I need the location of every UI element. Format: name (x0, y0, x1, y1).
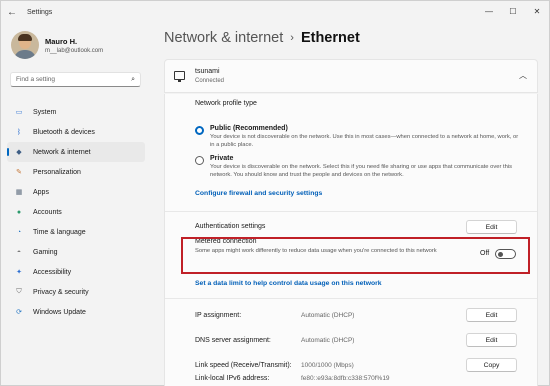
metered-highlight-box (181, 237, 530, 274)
radio-private-title: Private (210, 155, 234, 162)
minimize-button[interactable]: — (477, 1, 501, 21)
user-profile[interactable]: Mauro H. m__lab@outlook.com (11, 31, 103, 59)
sidebar: Mauro H. m__lab@outlook.com ⌕ ▭ System ᛒ Bl… (1, 23, 149, 385)
ipv6-label: Link-local IPv6 address: (195, 375, 270, 382)
breadcrumb: Network & internet › Ethernet (164, 30, 360, 46)
network-status: Connected (195, 78, 225, 84)
profile-type-label: Network profile type (195, 100, 257, 107)
radio-private-option[interactable]: Private Your device is discoverable on t… (195, 155, 520, 179)
sidebar-item-time-language[interactable]: ◔ Time & language (7, 222, 145, 242)
system-icon: ▭ (15, 109, 23, 116)
person-icon: ● (16, 208, 22, 216)
sidebar-item-gaming[interactable]: ◓ Gaming (7, 242, 145, 262)
divider (165, 211, 537, 212)
sidebar-item-privacy-security[interactable]: ⛉ Privacy & security (7, 282, 145, 302)
sidebar-item-bluetooth-devices[interactable]: ᛒ Bluetooth & devices (7, 122, 145, 142)
chevron-up-icon[interactable]: ︿ (519, 70, 527, 81)
copy-button[interactable]: Copy (466, 358, 517, 372)
divider (165, 298, 537, 299)
ip-edit-button[interactable]: Edit (466, 308, 517, 322)
auth-edit-button[interactable]: Edit (466, 220, 517, 234)
sidebar-item-personalization[interactable]: ✎ Personalization (7, 162, 145, 182)
dns-edit-button[interactable]: Edit (466, 333, 517, 347)
radio-private-desc: Your device is discoverable on the netwo… (210, 164, 513, 178)
gamepad-icon: ◓ (16, 248, 22, 256)
search-box[interactable]: ⌕ (10, 72, 141, 87)
page-title: Ethernet (300, 30, 360, 46)
firewall-settings-link[interactable]: Configure firewall and security settings (195, 190, 322, 197)
app-title: Settings (27, 8, 53, 16)
sidebar-item-label: Privacy & security (33, 288, 89, 296)
radio-public[interactable] (195, 126, 204, 135)
sidebar-item-label: Windows Update (33, 308, 86, 316)
sidebar-nav: ▭ System ᛒ Bluetooth & devices ◆ Network & in… (7, 102, 145, 322)
avatar (11, 31, 39, 59)
sidebar-item-apps[interactable]: ▦ Apps (7, 182, 145, 202)
sidebar-item-label: Personalization (33, 168, 81, 176)
bluetooth-icon: ᛒ (16, 128, 22, 136)
radio-public-desc: Your device is not discoverable on the n… (210, 134, 519, 148)
sidebar-item-accounts[interactable]: ● Accounts (7, 202, 145, 222)
network-header-card[interactable]: tsunami Connected ︿ (164, 59, 538, 93)
brush-icon: ✎ (16, 169, 22, 176)
profile-name: Mauro H. (45, 36, 78, 46)
link-speed-label: Link speed (Receive/Transmit): (195, 362, 292, 369)
close-button[interactable]: ✕ (525, 1, 549, 21)
radio-private[interactable] (195, 156, 204, 165)
ipv6-value: fe80::e93a:8dfb:c338:570f%19 (301, 375, 390, 382)
ip-assignment-value: Automatic (DHCP) (301, 312, 355, 319)
ip-assignment-label: IP assignment: (195, 312, 242, 319)
apps-icon: ▦ (15, 189, 23, 196)
search-icon[interactable]: ⌕ (131, 76, 135, 84)
link-speed-value: 1000/1000 (Mbps) (301, 362, 354, 369)
globe-clock-icon: ◔ (16, 228, 22, 236)
update-icon: ⟳ (16, 309, 22, 316)
window-controls: — ☐ ✕ (477, 1, 549, 21)
radio-public-option[interactable]: Public (Recommended) Your device is not … (195, 125, 520, 149)
sidebar-item-accessibility[interactable]: ✦ Accessibility (7, 262, 145, 282)
chevron-right-icon: › (290, 32, 294, 44)
sidebar-item-windows-update[interactable]: ⟳ Windows Update (7, 302, 145, 322)
sidebar-item-label: Time & language (33, 228, 86, 236)
title-bar: ← Settings — ☐ ✕ (1, 1, 549, 23)
auth-settings-label: Authentication settings (195, 223, 266, 230)
sidebar-item-label: Apps (33, 188, 49, 196)
sidebar-item-label: Bluetooth & devices (33, 128, 95, 136)
dns-assignment-value: Automatic (DHCP) (301, 337, 355, 344)
data-limit-link[interactable]: Set a data limit to help control data us… (195, 280, 382, 287)
wifi-icon: ◆ (16, 149, 22, 156)
profile-email: m__lab@outlook.com (45, 47, 104, 54)
shield-icon: ⛉ (16, 288, 22, 295)
sidebar-item-network-internet[interactable]: ◆ Network & internet (7, 142, 145, 162)
radio-public-title: Public (Recommended) (210, 125, 288, 132)
sidebar-item-system[interactable]: ▭ System (7, 102, 145, 122)
sidebar-item-label: System (33, 108, 57, 116)
search-input[interactable] (16, 76, 132, 83)
dns-assignment-label: DNS server assignment: (195, 337, 271, 344)
sidebar-item-label: Accessibility (33, 268, 72, 276)
settings-window: ← Settings — ☐ ✕ Mauro H. m__lab@outlook… (0, 0, 550, 386)
accessibility-icon: ✦ (16, 269, 22, 276)
sidebar-item-label: Gaming (33, 248, 58, 256)
breadcrumb-parent[interactable]: Network & internet (164, 30, 283, 46)
sidebar-item-label: Accounts (33, 208, 62, 216)
back-arrow-icon[interactable]: ← (1, 1, 23, 23)
sidebar-item-label: Network & internet (33, 148, 91, 156)
maximize-button[interactable]: ☐ (501, 1, 525, 21)
network-name: tsunami (195, 68, 220, 75)
ethernet-monitor-icon (174, 71, 185, 82)
